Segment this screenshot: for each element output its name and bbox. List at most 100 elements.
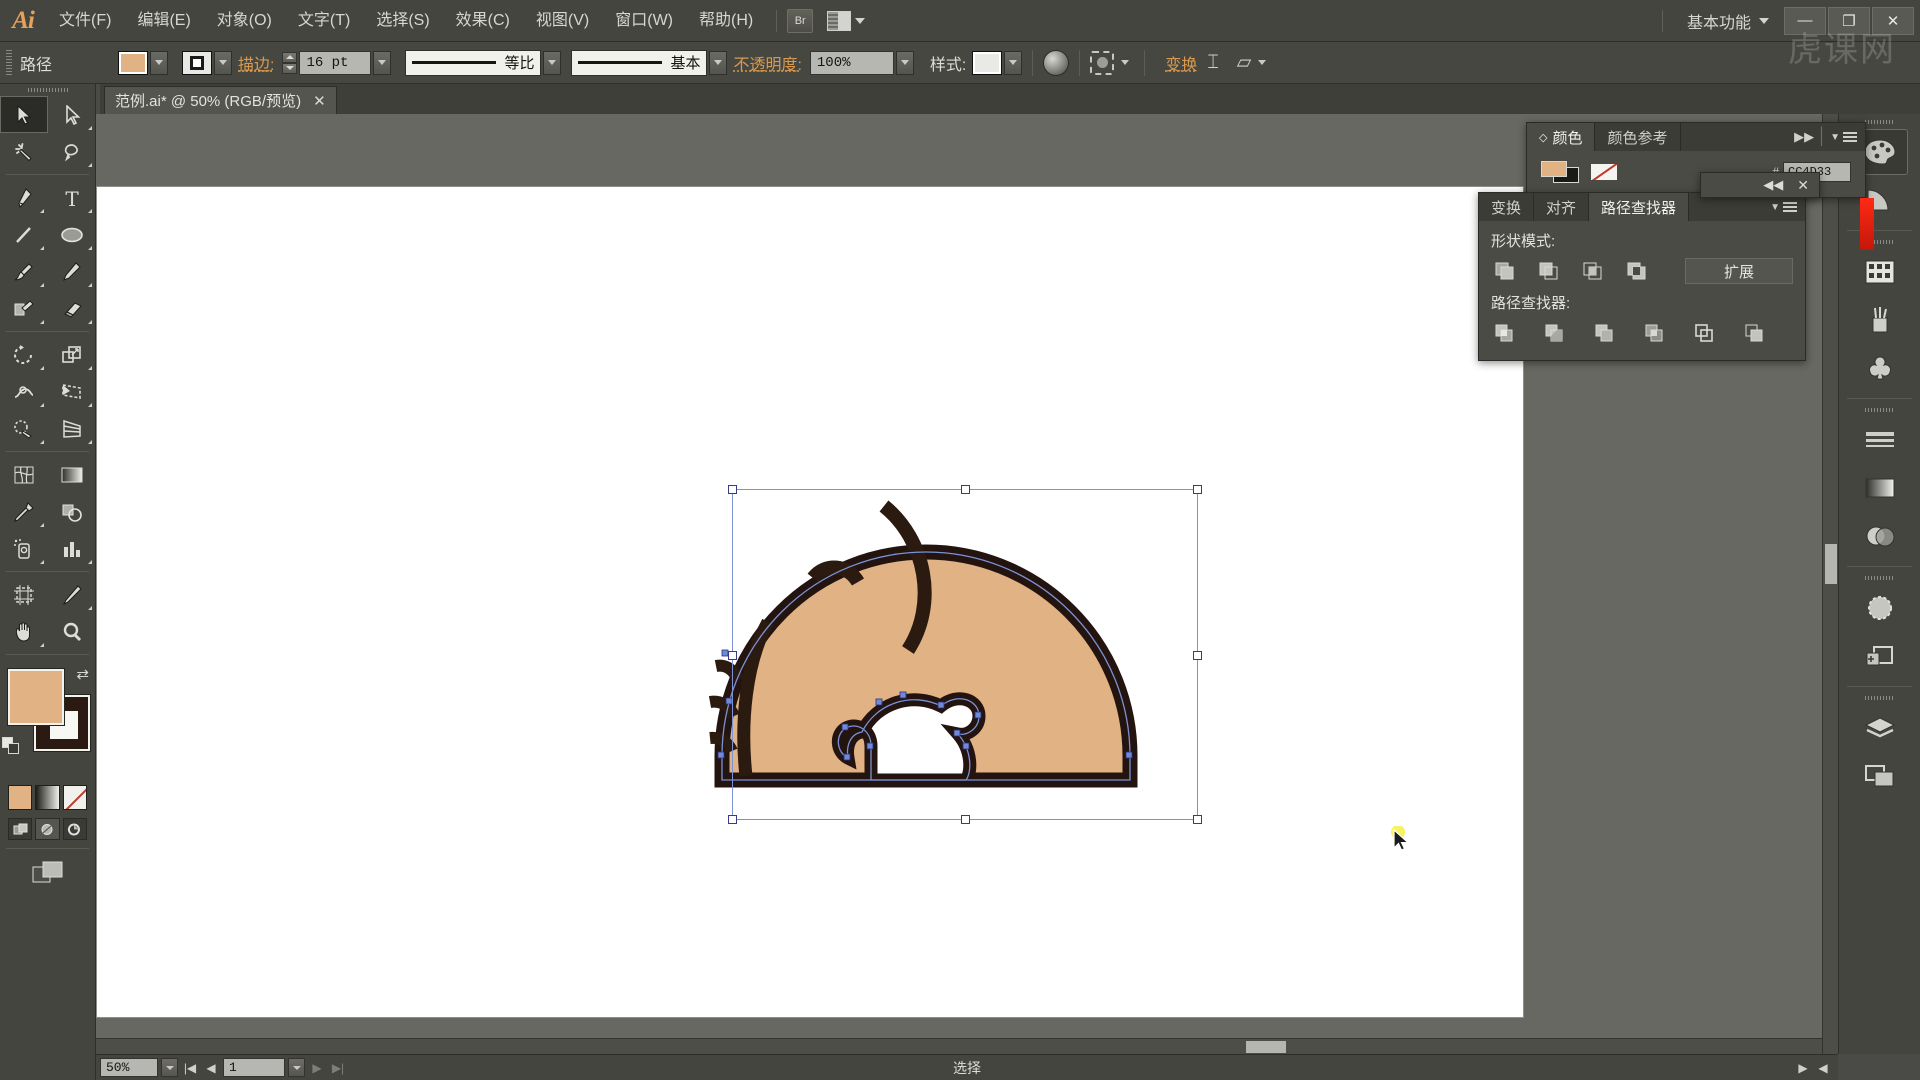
zoom-level-input[interactable]: 50% [100,1058,158,1077]
color-panel-menu[interactable]: ▶▶ │ ▼ [1786,123,1865,151]
none-swatch-mode[interactable] [62,785,87,810]
dock-grip-5[interactable] [1839,692,1920,703]
last-artboard-button[interactable]: ▶| [329,1058,347,1077]
menu-object[interactable]: 对象(O) [204,0,285,42]
swap-fill-stroke-icon[interactable]: ⇄ [76,665,89,683]
color-panel-fill-stroke[interactable] [1541,161,1585,183]
workspace-switcher[interactable]: 基本功能 [1673,9,1759,33]
align-icon[interactable]: ⌶ [1207,53,1218,72]
zoom-level-dropdown[interactable] [161,1058,178,1077]
width-tool[interactable] [0,373,48,410]
graphic-style-swatch[interactable] [972,50,1003,75]
pathfinder-panel[interactable]: 变换 对齐 路径查找器 ▼ 形状模式: 扩展 路径查找器: [1478,192,1806,361]
isolate-selected-object-icon[interactable] [1090,50,1115,75]
divide-icon[interactable] [1491,320,1519,346]
bbox-handle-bc[interactable] [961,815,970,824]
arrange-documents-button[interactable] [827,10,866,31]
draw-normal-icon[interactable] [8,818,33,840]
opacity-input[interactable]: 100% [809,50,894,75]
maximize-button[interactable]: ❐ [1828,6,1870,35]
gradient-swatch-mode[interactable] [35,785,60,810]
paintbrush-tool[interactable] [0,253,48,290]
brush-definition-select[interactable]: 基本 [571,49,708,76]
previous-artboard-button[interactable]: ◀ [202,1058,220,1077]
dock-grip-4[interactable] [1839,572,1920,583]
symbols-panel-icon[interactable] [1852,345,1908,391]
tab-color[interactable]: ◇ 颜色 [1527,123,1596,151]
color-swatch-mode[interactable] [8,785,33,810]
menu-file[interactable]: 文件(F) [46,0,124,42]
shape-builder-tool[interactable] [0,410,48,447]
transparency-panel-icon[interactable] [1852,513,1908,559]
stroke-weight-label[interactable]: 描边: [238,51,274,75]
ellipse-tool[interactable] [48,216,96,253]
color-panel-none-swatch[interactable] [1591,164,1617,180]
expand-button[interactable]: 扩展 [1685,258,1793,284]
draw-behind-icon[interactable] [35,818,60,840]
stroke-weight-input[interactable]: 16 pt [299,50,372,75]
bbox-handle-br[interactable] [1193,815,1202,824]
zoom-tool[interactable] [48,613,96,650]
tab-pathfinder[interactable]: 路径查找器 [1589,193,1690,221]
menu-help[interactable]: 帮助(H) [686,0,766,42]
opacity-label[interactable]: 不透明度: [733,51,801,75]
first-artboard-button[interactable]: |◀ [181,1058,199,1077]
brushes-panel-icon[interactable] [1852,297,1908,343]
bridge-icon[interactable]: Br [787,8,814,33]
dock-grip-2[interactable] [1839,236,1920,247]
perspective-grid-tool[interactable] [48,410,96,447]
next-artboard-button[interactable]: ▶ [308,1058,326,1077]
bbox-handle-mr[interactable] [1193,651,1202,660]
lasso-tool[interactable] [48,133,96,170]
stroke-weight-stepper[interactable] [282,51,298,74]
status-expand-right-icon[interactable]: ▶ [1794,1058,1812,1077]
bbox-handle-tr[interactable] [1193,485,1202,494]
recolor-artwork-icon[interactable] [1043,49,1070,76]
isolate-dropdown[interactable] [1116,51,1134,75]
eraser-tool[interactable] [48,290,96,327]
line-segment-tool[interactable] [0,216,48,253]
mesh-tool[interactable] [0,456,48,493]
close-icon[interactable]: ✕ [1797,177,1809,194]
artboard-tool[interactable] [0,576,48,613]
hand-tool[interactable] [0,613,48,650]
transform-panel-icon[interactable] [1852,585,1908,631]
swatches-panel-icon[interactable] [1852,249,1908,295]
minimize-button[interactable]: — [1784,6,1826,35]
graphic-style-dropdown[interactable] [1004,50,1023,75]
menu-type[interactable]: 文字(T) [285,0,363,42]
unite-icon[interactable] [1491,258,1519,284]
shape-builder-options-icon[interactable]: ▱ [1237,53,1252,72]
symbol-sprayer-tool[interactable] [0,530,48,567]
type-tool[interactable]: T [48,179,96,216]
transform-button[interactable]: 变换 [1165,51,1197,75]
stroke-weight-dropdown[interactable] [373,50,392,75]
stroke-color-dropdown[interactable] [214,50,232,75]
column-graph-tool[interactable] [48,530,96,567]
width-profile-select[interactable]: 等比 [405,49,542,76]
scale-tool[interactable] [48,336,96,373]
minus-front-icon[interactable] [1535,258,1563,284]
collapse-icon[interactable]: ◀◀ [1763,177,1783,193]
close-button[interactable]: ✕ [1872,6,1914,35]
horizontal-scroll-thumb[interactable] [1246,1041,1286,1053]
brush-definition-dropdown[interactable] [709,50,728,75]
selection-tool[interactable] [0,96,48,133]
opacity-dropdown[interactable] [895,50,914,75]
bbox-handle-ml[interactable] [728,651,737,660]
tab-transform[interactable]: 变换 [1479,193,1535,221]
bbox-handle-tl[interactable] [728,485,737,494]
tab-align[interactable]: 对齐 [1534,193,1590,221]
horizontal-scrollbar[interactable] [96,1038,1822,1054]
gradient-panel-icon[interactable] [1852,465,1908,511]
free-transform-tool[interactable] [48,373,96,410]
status-expand-left-icon[interactable]: ◀ [1814,1058,1832,1077]
draw-inside-icon[interactable] [62,818,87,840]
menu-edit[interactable]: 编辑(E) [124,0,203,42]
vertical-scroll-thumb[interactable] [1825,544,1837,584]
document-tab[interactable]: 范例.ai* @ 50% (RGB/预览) ✕ [104,86,337,114]
blend-tool[interactable] [48,493,96,530]
shape-options-dropdown[interactable] [1253,51,1271,75]
blob-brush-tool[interactable] [0,290,48,327]
direct-selection-tool[interactable] [48,96,96,133]
